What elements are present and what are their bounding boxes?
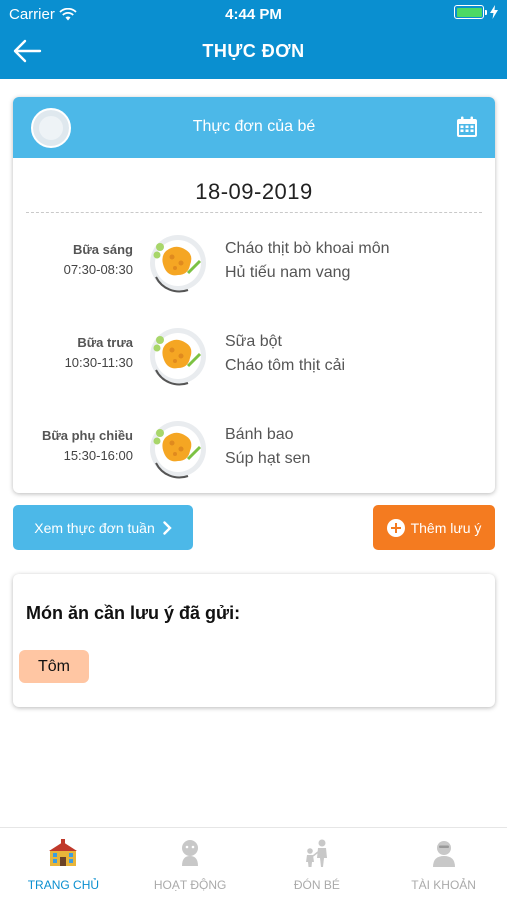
notes-title: Món ăn cần lưu ý đã gửi: bbox=[26, 603, 241, 623]
meal-row-afternoon-snack: Bữa phụ chiều 15:30-16:00 Bánh bao Súp h… bbox=[13, 415, 495, 485]
status-bar: Carrier 4:44 PM bbox=[0, 0, 507, 28]
dish-name: Súp hạt sen bbox=[225, 450, 311, 467]
dish-plate-icon bbox=[150, 328, 206, 386]
add-note-button[interactable]: Thêm lưu ý bbox=[373, 505, 495, 550]
menu-date: 18-09-2019 bbox=[195, 179, 313, 204]
note-chip[interactable]: Tôm bbox=[19, 650, 89, 683]
view-week-menu-label: Xem thực đơn tuần bbox=[34, 519, 155, 536]
pickup-icon bbox=[305, 839, 327, 867]
dish-name: Sữa bột bbox=[225, 333, 282, 350]
calendar-icon[interactable] bbox=[456, 116, 478, 138]
tab-account[interactable]: TÀI KHOẢN bbox=[380, 828, 507, 900]
meal-time: 07:30-08:30 bbox=[63, 262, 133, 277]
notes-card: Món ăn cần lưu ý đã gửi: Tôm bbox=[13, 574, 495, 707]
meal-row-lunch: Bữa trưa 10:30-11:30 Sữa bột Cháo tôm th… bbox=[13, 322, 495, 392]
view-week-menu-button[interactable]: Xem thực đơn tuần bbox=[13, 505, 193, 550]
tab-pickup[interactable]: ĐÓN BÉ bbox=[254, 828, 381, 900]
meal-time: 10:30-11:30 bbox=[64, 355, 133, 370]
tab-label: HOẠT ĐỘNG bbox=[153, 878, 227, 892]
menu-card-title: Thực đơn của bé bbox=[192, 118, 316, 135]
tab-bar: TRANG CHỦ HOẠT ĐỘNG ĐÓN BÉ TÀI KHOẢN bbox=[0, 827, 507, 900]
dish-name: Cháo tôm thịt cải bbox=[225, 357, 346, 374]
status-right bbox=[454, 5, 498, 19]
tab-label: TÀI KHOẢN bbox=[411, 878, 476, 892]
chevron-right-icon bbox=[163, 520, 172, 535]
plus-circle-icon bbox=[386, 518, 405, 537]
meal-row-breakfast: Bữa sáng 07:30-08:30 Cháo thịt bò khoai … bbox=[13, 229, 495, 299]
dish-plate-icon bbox=[150, 235, 206, 293]
meal-name: Bữa phụ chiều bbox=[41, 428, 133, 443]
tab-label: TRANG CHỦ bbox=[27, 878, 100, 892]
tab-activity[interactable]: HOẠT ĐỘNG bbox=[127, 828, 254, 900]
menu-card-header: Thực đơn của bé bbox=[13, 97, 495, 158]
meal-name: Bữa trưa bbox=[77, 335, 133, 350]
dish-name: Hủ tiếu nam vang bbox=[225, 264, 351, 281]
dish-name: Cháo thịt bò khoai môn bbox=[225, 240, 390, 257]
tab-label: ĐÓN BÉ bbox=[293, 878, 340, 892]
battery-icon bbox=[454, 5, 487, 19]
app-header: Carrier 4:44 PM THỰC ĐƠN bbox=[0, 0, 507, 79]
charging-icon bbox=[490, 5, 498, 19]
activity-icon bbox=[182, 840, 199, 866]
status-time: 4:44 PM bbox=[225, 6, 282, 23]
account-icon bbox=[432, 841, 455, 867]
page-title: THỰC ĐƠN bbox=[202, 41, 305, 61]
add-note-label: Thêm lưu ý bbox=[410, 519, 482, 536]
dish-name: Bánh bao bbox=[225, 426, 294, 443]
date-divider bbox=[26, 212, 482, 213]
school-icon bbox=[49, 839, 78, 866]
meal-name: Bữa sáng bbox=[73, 242, 133, 257]
dish-plate-icon bbox=[150, 421, 206, 479]
meal-time: 15:30-16:00 bbox=[63, 448, 133, 463]
menu-card: Thực đơn của bé 18-09-2019 Bữa sáng 07:3… bbox=[13, 97, 495, 493]
tab-home[interactable]: TRANG CHỦ bbox=[0, 828, 127, 900]
